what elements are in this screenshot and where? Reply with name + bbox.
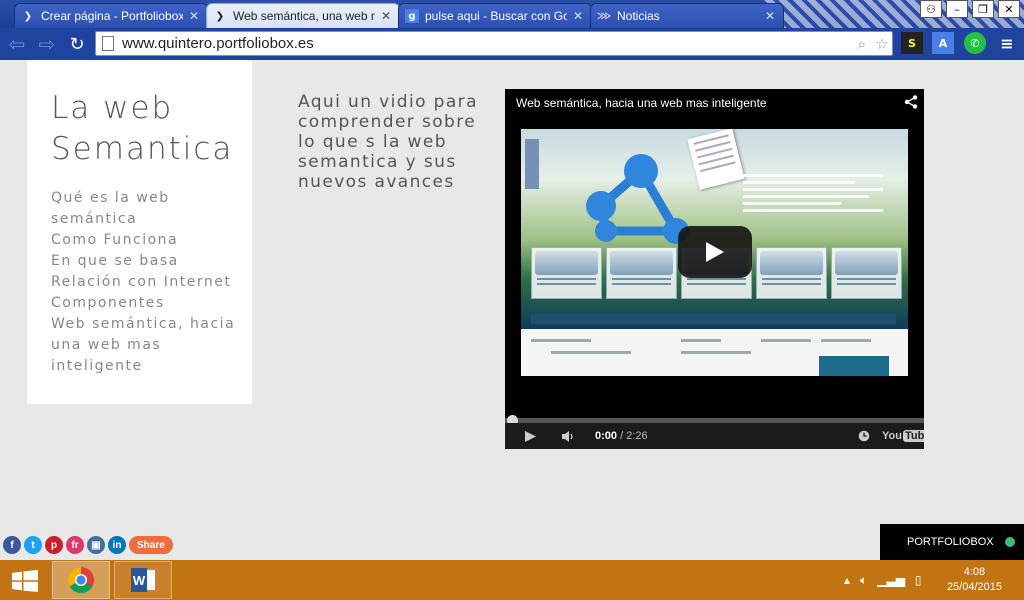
- clock-date: 25/04/2015: [946, 581, 1002, 593]
- thumbnail-card: [756, 247, 827, 299]
- word-icon: W: [131, 568, 155, 592]
- forward-icon[interactable]: ⇨: [34, 31, 60, 57]
- extension-icon[interactable]: S: [901, 32, 923, 54]
- thumbnail-social-bar: [531, 314, 896, 324]
- google-icon: g: [405, 9, 419, 23]
- menu-item-web-semantica[interactable]: Web semántica, hacia una web mas intelig…: [51, 314, 236, 377]
- play-icon: [706, 242, 724, 262]
- tray-expand-icon[interactable]: ▴: [844, 573, 850, 587]
- thumbnail-card: [831, 247, 902, 299]
- portfoliobox-label: PORTFOLIOBOX: [907, 536, 994, 548]
- tab-buscar-google[interactable]: g pulse aqui - Buscar con Google ✕: [398, 3, 592, 28]
- browser-toolbar: ⇦ ⇨ ↻ www.quintero.portfoliobox.es ⌕ ☆ S…: [0, 28, 1024, 60]
- thumbnail-card: [606, 247, 677, 299]
- address-bar[interactable]: www.quintero.portfoliobox.es ⌕ ☆: [95, 31, 893, 56]
- menu-icon[interactable]: ≡: [996, 32, 1018, 54]
- speaker-icon[interactable]: 🔈︎: [860, 573, 867, 588]
- menu-item-como-funciona[interactable]: Como Funciona: [51, 230, 236, 251]
- thumbnail-tab: [525, 139, 539, 189]
- window-controls: ⚇ – ❐ ✕: [920, 0, 1020, 18]
- video-player[interactable]: Web semántica, hacia una web mas intelig…: [505, 89, 924, 449]
- battery-icon[interactable]: ▯: [915, 573, 922, 587]
- share-icon[interactable]: [904, 95, 918, 109]
- tab-strip: ❯ Crear página - Portfoliobox ✕ ❯ Web se…: [0, 0, 1024, 28]
- portfoliobox-badge[interactable]: PORTFOLIOBOX: [880, 524, 1024, 560]
- minimize-icon[interactable]: –: [946, 0, 968, 18]
- instagram-icon[interactable]: ▣: [87, 536, 105, 554]
- close-icon[interactable]: ✕: [379, 9, 393, 23]
- youtube-logo-you: You: [882, 430, 902, 442]
- tab-title: pulse aqui - Buscar con Google: [425, 9, 567, 23]
- site-menu: Qué es la web semántica Como Funciona En…: [51, 188, 252, 377]
- menu-item-componentes[interactable]: Componentes: [51, 293, 236, 314]
- status-dot: [1005, 537, 1015, 547]
- close-icon[interactable]: ✕: [763, 9, 777, 23]
- url-text[interactable]: www.quintero.portfoliobox.es: [122, 35, 852, 52]
- video-controls: 0:00 / 2:26 YouTube: [505, 423, 924, 449]
- twitter-icon[interactable]: t: [24, 536, 42, 554]
- reload-icon[interactable]: ↻: [64, 31, 90, 57]
- close-window-icon[interactable]: ✕: [998, 0, 1020, 18]
- svg-text:W: W: [133, 573, 146, 588]
- back-icon[interactable]: ⇦: [4, 31, 30, 57]
- portfoliobox-icon: ❯: [215, 10, 225, 22]
- clock[interactable]: 4:08 25/04/2015: [947, 565, 1002, 595]
- tab-crear-pagina[interactable]: ❯ Crear página - Portfoliobox ✕: [14, 3, 208, 28]
- sidebar: La web Semantica Qué es la web semántica…: [27, 60, 252, 404]
- site-title[interactable]: La web Semantica: [51, 88, 246, 170]
- duration: / 2:26: [620, 430, 648, 442]
- friendfeed-icon[interactable]: fr: [66, 536, 84, 554]
- menu-item-relacion-internet[interactable]: Relación con Internet: [51, 272, 236, 293]
- thumbnail-badge: [819, 356, 889, 376]
- share-button[interactable]: Share: [129, 536, 173, 554]
- tab-title: Crear página - Portfoliobox: [41, 9, 183, 23]
- taskbar: W ▴ 🔈︎ ▁▃▅ ▯ 4:08 25/04/2015: [0, 560, 1024, 600]
- bookmark-star-icon[interactable]: ☆: [872, 34, 892, 54]
- volume-icon[interactable]: [561, 423, 576, 449]
- user-icon[interactable]: ⚇: [920, 0, 942, 18]
- youtube-logo[interactable]: YouTube: [882, 423, 924, 449]
- news-icon: ⋙: [596, 10, 612, 22]
- clock-time: 4:08: [963, 566, 986, 578]
- current-time: 0:00: [595, 430, 618, 442]
- thumbnail-card: [531, 247, 602, 299]
- whatsapp-icon[interactable]: ✆: [964, 32, 986, 54]
- menu-item-en-que-se-basa[interactable]: En que se basa: [51, 251, 236, 272]
- video-time: 0:00 / 2:26: [595, 423, 648, 449]
- windows-start-icon[interactable]: [12, 570, 38, 592]
- search-icon[interactable]: ⌕: [852, 34, 872, 54]
- tab-title: Noticias: [617, 9, 660, 23]
- social-share-bar: f t p fr ▣ in Share: [3, 536, 173, 554]
- pinterest-icon[interactable]: p: [45, 536, 63, 554]
- facebook-icon[interactable]: f: [3, 536, 21, 554]
- thumbnail-text-lines: [743, 174, 883, 216]
- translate-icon[interactable]: A: [932, 32, 954, 54]
- network-icon[interactable]: ▁▃▅: [877, 573, 905, 587]
- video-title[interactable]: Web semántica, hacia una web mas intelig…: [516, 96, 767, 110]
- system-tray: ▴ 🔈︎ ▁▃▅ ▯: [844, 560, 922, 600]
- tab-title: Web semántica, una web mas inteligente: [233, 9, 375, 23]
- intro-text: Aqui un vidio para comprender sobre lo q…: [298, 92, 478, 192]
- restore-icon[interactable]: ❐: [972, 0, 994, 18]
- tab-noticias[interactable]: ⋙ Noticias ✕: [590, 3, 784, 28]
- play-icon[interactable]: [524, 423, 537, 449]
- tab-web-semantica[interactable]: ❯ Web semántica, una web mas inteligente…: [206, 3, 400, 28]
- page-icon: [102, 36, 114, 51]
- chrome-icon: [67, 566, 94, 594]
- linkedin-icon[interactable]: in: [108, 536, 126, 554]
- youtube-logo-tube: Tube: [902, 430, 924, 442]
- close-icon[interactable]: ✕: [187, 9, 201, 23]
- portfoliobox-icon: ❯: [23, 10, 33, 22]
- menu-item-que-es[interactable]: Qué es la web semántica: [51, 188, 236, 230]
- taskbar-word[interactable]: W: [114, 561, 172, 599]
- close-icon[interactable]: ✕: [571, 9, 585, 23]
- taskbar-chrome[interactable]: [52, 561, 110, 599]
- watch-later-icon[interactable]: [858, 423, 870, 449]
- play-button[interactable]: [678, 226, 752, 278]
